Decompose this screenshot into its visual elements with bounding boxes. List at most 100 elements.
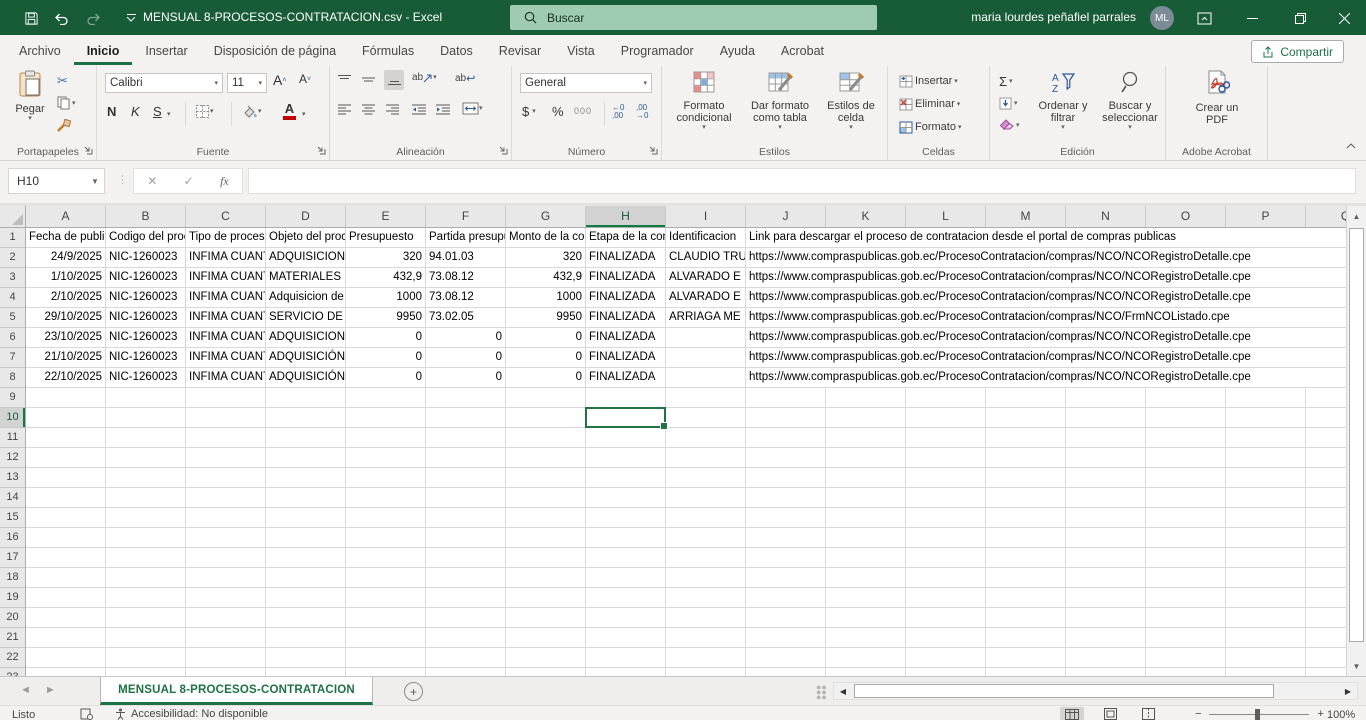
name-box[interactable]: H10 ▼ <box>8 168 105 194</box>
cell-H5[interactable]: FINALIZADA <box>586 308 665 327</box>
close-button[interactable] <box>1334 8 1354 28</box>
font-launcher-icon[interactable] <box>316 145 326 158</box>
cell-A4[interactable]: 2/10/2025 <box>26 288 105 307</box>
copy-button[interactable]: ▾ <box>54 92 79 114</box>
cell-E4[interactable]: 1000 <box>346 288 425 307</box>
cell-J7[interactable]: https://www.compraspublicas.gob.ec/Proce… <box>746 348 1346 367</box>
column-header-E[interactable]: E <box>346 206 426 227</box>
row-header-6[interactable]: 6 <box>0 328 25 348</box>
cell-E5[interactable]: 9950 <box>346 308 425 327</box>
column-header-P[interactable]: P <box>1226 206 1306 227</box>
column-header-L[interactable]: L <box>906 206 986 227</box>
scroll-right-icon[interactable]: ▶ <box>1339 683 1357 699</box>
cell-E1[interactable]: Presupuesto <box>346 228 425 247</box>
cell-A8[interactable]: 22/10/2025 <box>26 368 105 387</box>
cell-H3[interactable]: FINALIZADA <box>586 268 665 287</box>
column-header-K[interactable]: K <box>826 206 906 227</box>
cancel-icon[interactable]: ✕ <box>147 174 157 188</box>
column-header-H[interactable]: H <box>586 206 666 227</box>
column-header-C[interactable]: C <box>186 206 266 227</box>
shrink-font-button[interactable]: A˅ <box>299 72 311 86</box>
cell-A5[interactable]: 29/10/2025 <box>26 308 105 327</box>
cell-B4[interactable]: NIC-1260023 <box>106 288 185 307</box>
increase-decimal-button[interactable]: ←0,00 <box>612 104 624 120</box>
row-header-17[interactable]: 17 <box>0 548 25 568</box>
cell-G4[interactable]: 1000 <box>506 288 585 307</box>
cell-D1[interactable]: Objeto del proceso <box>266 228 345 247</box>
vertical-scroll-thumb[interactable] <box>1349 228 1364 642</box>
column-header-A[interactable]: A <box>26 206 106 227</box>
row-header-10[interactable]: 10 <box>0 408 25 428</box>
cell-H1[interactable]: Etapa de la contratacion <box>586 228 665 247</box>
row-header-2[interactable]: 2 <box>0 248 25 268</box>
cell-G1[interactable]: Monto de la contratacion <box>506 228 585 247</box>
increase-indent-button[interactable] <box>436 104 450 116</box>
font-color-button[interactable]: A <box>283 102 296 120</box>
orientation-button[interactable]: ab▾ <box>412 72 437 83</box>
grid[interactable]: Fecha de publicacionCodigo del procesoTi… <box>26 228 1346 676</box>
redo-icon[interactable] <box>84 9 102 27</box>
comma-format-button[interactable]: 000 <box>574 106 592 116</box>
decrease-decimal-button[interactable]: ,00→0 <box>636 104 648 120</box>
undo-icon[interactable] <box>52 9 70 27</box>
number-format-combo[interactable]: General▾ <box>520 73 652 93</box>
horizontal-scroll-thumb[interactable] <box>854 684 1274 698</box>
zoom-percentage[interactable]: 100% <box>1327 709 1355 720</box>
cell-F7[interactable]: 0 <box>426 348 505 367</box>
search-box[interactable]: Buscar <box>510 5 877 30</box>
name-box-dropdown-icon[interactable]: ▼ <box>86 177 104 186</box>
cell-J2[interactable]: https://www.compraspublicas.gob.ec/Proce… <box>746 248 1346 267</box>
cell-D3[interactable]: MATERIALES <box>266 268 345 287</box>
cell-F4[interactable]: 73.08.12 <box>426 288 505 307</box>
row-header-16[interactable]: 16 <box>0 528 25 548</box>
font-name-combo[interactable]: Calibri▾ <box>105 73 223 93</box>
cell-B5[interactable]: NIC-1260023 <box>106 308 185 327</box>
clear-button[interactable]: ▾ <box>996 114 1023 136</box>
cell-H4[interactable]: FINALIZADA <box>586 288 665 307</box>
decrease-indent-button[interactable] <box>412 104 426 116</box>
column-header-Q[interactable]: Q <box>1306 206 1346 227</box>
tab-vista[interactable]: Vista <box>554 37 608 65</box>
cell-G5[interactable]: 9950 <box>506 308 585 327</box>
avatar[interactable]: ML <box>1150 6 1174 30</box>
column-header-N[interactable]: N <box>1066 206 1146 227</box>
cell-G3[interactable]: 432,9 <box>506 268 585 287</box>
row-header-12[interactable]: 12 <box>0 448 25 468</box>
cell-styles-button[interactable]: Estilos de celda ▾ <box>820 70 882 142</box>
column-header-O[interactable]: O <box>1146 206 1226 227</box>
new-sheet-button[interactable]: + <box>404 682 423 701</box>
cell-A1[interactable]: Fecha de publicacion <box>26 228 105 247</box>
tab-acrobat[interactable]: Acrobat <box>768 37 837 65</box>
tab-inicio[interactable]: Inicio <box>74 37 133 65</box>
row-header-4[interactable]: 4 <box>0 288 25 308</box>
cell-B3[interactable]: NIC-1260023 <box>106 268 185 287</box>
cell-E2[interactable]: 320 <box>346 248 425 267</box>
scroll-down-icon[interactable]: ▼ <box>1347 656 1366 676</box>
zoom-out-button[interactable]: − <box>1195 708 1201 720</box>
percent-format-button[interactable]: % <box>552 104 564 119</box>
align-bottom-button[interactable] <box>384 70 404 90</box>
sheet-nav-arrows[interactable]: ◄► <box>20 684 70 696</box>
format-cells-button[interactable]: Formato▾ <box>896 116 964 138</box>
cell-I4[interactable]: ALVARADO E <box>666 288 745 307</box>
cell-G7[interactable]: 0 <box>506 348 585 367</box>
cell-H8[interactable]: FINALIZADA <box>586 368 665 387</box>
align-center-button[interactable] <box>362 104 375 116</box>
vertical-scrollbar[interactable]: ▲ ▼ <box>1346 206 1366 676</box>
minimize-button[interactable] <box>1242 8 1262 28</box>
row-header-11[interactable]: 11 <box>0 428 25 448</box>
accessibility-status[interactable]: Accesibilidad: No disponible <box>115 708 268 720</box>
insert-cells-button[interactable]: Insertar▾ <box>896 70 961 92</box>
cell-B1[interactable]: Codigo del proceso <box>106 228 185 247</box>
cell-F6[interactable]: 0 <box>426 328 505 347</box>
borders-button[interactable]: ▾ <box>195 104 214 119</box>
wrap-text-button[interactable]: ab↩ <box>455 72 475 85</box>
ribbon-display-options-icon[interactable] <box>1194 8 1214 28</box>
page-layout-view-button[interactable] <box>1098 707 1122 720</box>
scroll-up-icon[interactable]: ▲ <box>1347 206 1366 226</box>
tab-disposici-n-de-p-gina[interactable]: Disposición de página <box>201 37 349 65</box>
cell-D8[interactable]: ADQUISICIÓN DE <box>266 368 345 387</box>
cell-C8[interactable]: INFIMA CUANTIA <box>186 368 265 387</box>
active-cell[interactable] <box>585 407 666 428</box>
cell-E6[interactable]: 0 <box>346 328 425 347</box>
